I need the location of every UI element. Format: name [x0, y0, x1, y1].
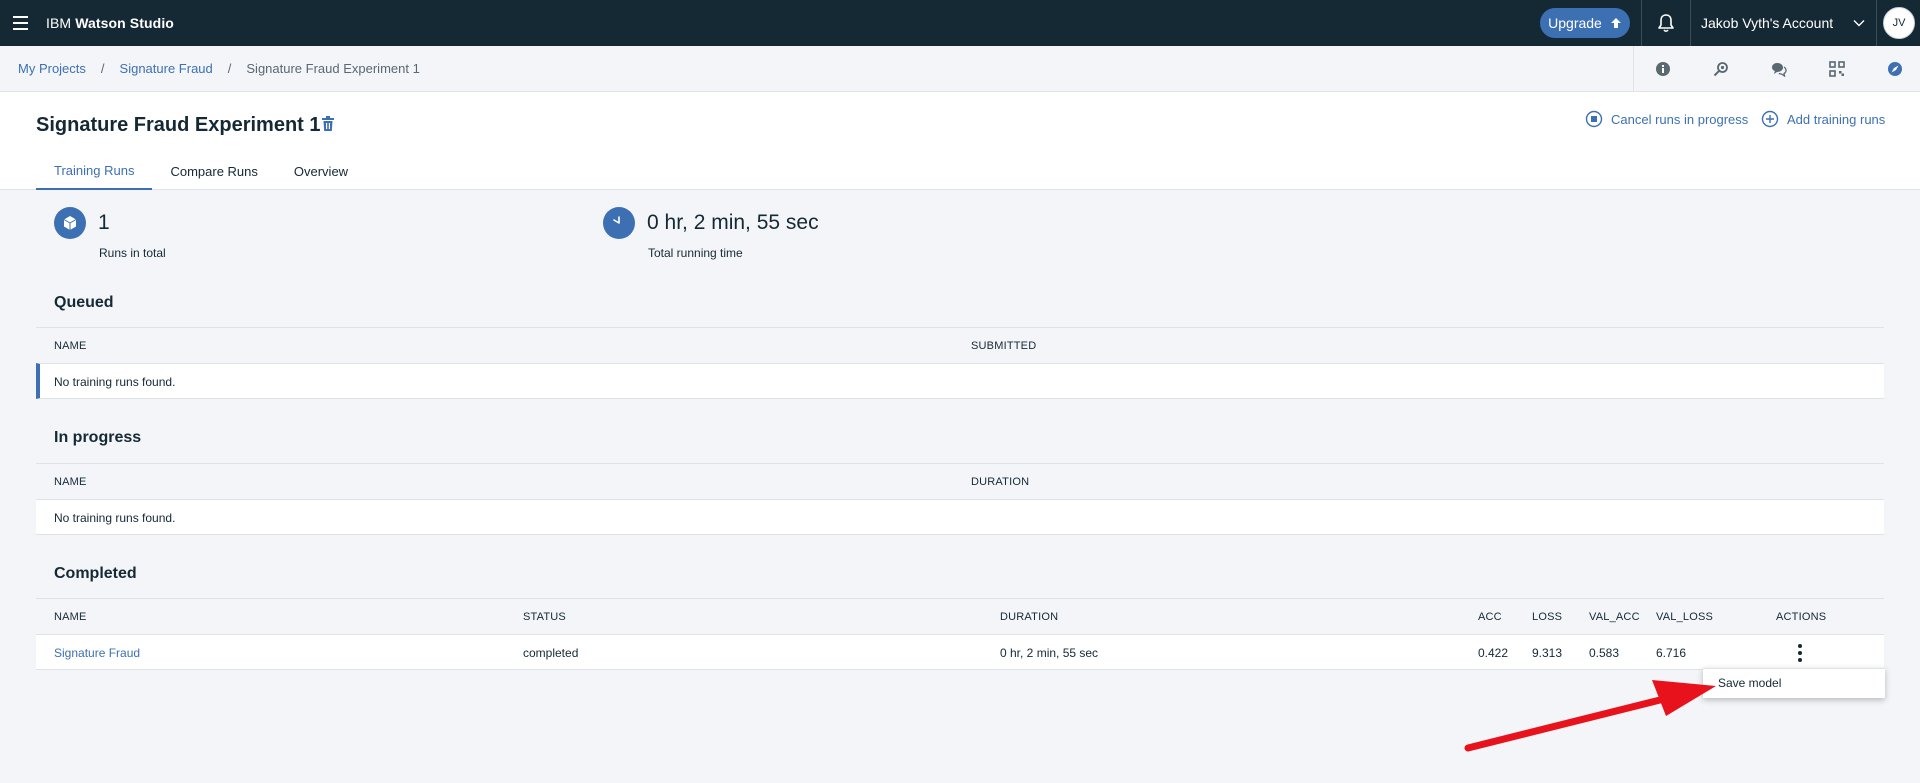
- run-status: completed: [523, 646, 579, 660]
- column-header-acc[interactable]: ACC: [1478, 611, 1502, 623]
- header-divider: [1641, 0, 1642, 46]
- empty-row: No training runs found.: [36, 363, 1884, 399]
- column-header-actions: ACTIONS: [1776, 611, 1827, 623]
- header-divider: [1690, 0, 1691, 46]
- column-header-name[interactable]: NAME: [54, 611, 87, 623]
- header-divider: [1876, 0, 1877, 46]
- cube-icon: [54, 207, 86, 239]
- total-time-label: Total running time: [648, 246, 743, 260]
- table-header: NAME STATUS DURATION ACC LOSS VAL_ACC VA…: [36, 598, 1884, 634]
- add-training-runs-button[interactable]: Add training runs: [1761, 110, 1885, 128]
- upgrade-arrow-icon: [1610, 18, 1621, 28]
- table-header: NAME DURATION: [36, 463, 1884, 499]
- chevron-down-icon[interactable]: [1852, 16, 1866, 30]
- explore-button[interactable]: [1866, 46, 1920, 92]
- breadcrumb-separator: /: [100, 61, 105, 76]
- info-icon: [1656, 62, 1670, 76]
- experiment-tabs: Training Runs Compare Runs Overview: [36, 152, 366, 190]
- save-model-menu-item[interactable]: Save model: [1718, 676, 1781, 690]
- brand-prefix: IBM: [46, 15, 76, 31]
- experiment-header: Signature Fraud Experiment 1 Cancel runs…: [0, 92, 1920, 190]
- runs-total-value: 1: [98, 211, 110, 234]
- breadcrumb-bar: My Projects / Signature Fraud / Signatur…: [0, 46, 1920, 92]
- qr-grid-icon: [1829, 61, 1845, 77]
- table-header: NAME SUBMITTED: [36, 327, 1884, 363]
- find-data-button[interactable]: [1692, 46, 1750, 92]
- runs-total-label: Runs in total: [99, 246, 166, 260]
- avatar[interactable]: JV: [1883, 7, 1915, 39]
- queued-heading: Queued: [54, 294, 114, 311]
- in-progress-table: NAME DURATION No training runs found.: [36, 463, 1884, 535]
- hamburger-menu-icon[interactable]: [0, 0, 40, 46]
- compass-icon: [1888, 62, 1902, 76]
- top-header: IBM Watson Studio Upgrade Jakob Vyth's A…: [0, 0, 1920, 46]
- cancel-runs-button[interactable]: Cancel runs in progress: [1585, 110, 1748, 128]
- upgrade-button[interactable]: Upgrade: [1540, 8, 1630, 38]
- breadcrumb-signature-fraud[interactable]: Signature Fraud: [120, 61, 213, 76]
- run-loss: 9.313: [1532, 646, 1563, 660]
- column-header-submitted[interactable]: SUBMITTED: [971, 340, 1036, 352]
- clock-icon: [603, 207, 635, 239]
- breadcrumb-my-projects[interactable]: My Projects: [18, 61, 86, 76]
- breadcrumb-separator: /: [227, 61, 232, 76]
- chat-bubbles-icon: [1772, 63, 1787, 77]
- brand-name: Watson Studio: [75, 15, 174, 31]
- queued-table: NAME SUBMITTED No training runs found.: [36, 327, 1884, 399]
- run-val-acc: 0.583: [1589, 646, 1620, 660]
- actions-dropdown: Save model: [1703, 668, 1885, 698]
- info-button[interactable]: [1634, 46, 1692, 92]
- data-search-icon: [1713, 62, 1728, 77]
- account-label: Jakob Vyth's Account: [1701, 15, 1834, 31]
- run-val-loss: 6.716: [1656, 646, 1687, 660]
- run-name-link[interactable]: Signature Fraud: [54, 646, 140, 660]
- add-circle-icon: [1761, 110, 1779, 128]
- add-training-runs-label: Add training runs: [1787, 111, 1886, 127]
- overflow-menu-icon[interactable]: [1792, 641, 1808, 665]
- column-header-val-loss[interactable]: VAL_LOSS: [1656, 611, 1713, 623]
- column-header-name[interactable]: NAME: [54, 476, 87, 488]
- project-tools: [1633, 46, 1920, 92]
- breadcrumb: My Projects / Signature Fraud / Signatur…: [18, 61, 420, 76]
- in-progress-heading: In progress: [54, 429, 142, 446]
- table-row: Signature Fraud completed 0 hr, 2 min, 5…: [36, 634, 1884, 670]
- run-acc: 0.422: [1478, 646, 1509, 660]
- empty-message: No training runs found.: [54, 375, 176, 389]
- cancel-runs-label: Cancel runs in progress: [1611, 111, 1749, 127]
- run-duration: 0 hr, 2 min, 55 sec: [1000, 646, 1099, 660]
- tab-overview[interactable]: Overview: [276, 152, 366, 190]
- total-time-value: 0 hr, 2 min, 55 sec: [647, 211, 819, 234]
- column-header-name[interactable]: NAME: [54, 340, 87, 352]
- upgrade-label: Upgrade: [1548, 15, 1602, 31]
- stop-circle-icon: [1585, 110, 1603, 128]
- apps-button[interactable]: [1808, 46, 1866, 92]
- empty-row: No training runs found.: [36, 499, 1884, 535]
- trash-icon[interactable]: [321, 116, 335, 132]
- completed-heading: Completed: [54, 565, 137, 582]
- tab-compare-runs[interactable]: Compare Runs: [152, 152, 275, 190]
- column-header-duration[interactable]: DURATION: [971, 476, 1029, 488]
- column-header-loss[interactable]: LOSS: [1532, 611, 1562, 623]
- completed-table: NAME STATUS DURATION ACC LOSS VAL_ACC VA…: [36, 598, 1884, 670]
- breadcrumb-current: Signature Fraud Experiment 1: [246, 61, 420, 76]
- page-title: Signature Fraud Experiment 1: [36, 114, 321, 136]
- account-switcher[interactable]: Jakob Vyth's Account: [1701, 0, 1833, 46]
- product-brand[interactable]: IBM Watson Studio: [46, 15, 174, 31]
- column-header-val-acc[interactable]: VAL_ACC: [1589, 611, 1640, 623]
- tab-training-runs[interactable]: Training Runs: [36, 152, 153, 190]
- bell-icon[interactable]: [1655, 12, 1677, 34]
- comments-button[interactable]: [1750, 46, 1808, 92]
- column-header-duration[interactable]: DURATION: [1000, 611, 1058, 623]
- column-header-status[interactable]: STATUS: [523, 611, 566, 623]
- empty-message: No training runs found.: [54, 511, 176, 525]
